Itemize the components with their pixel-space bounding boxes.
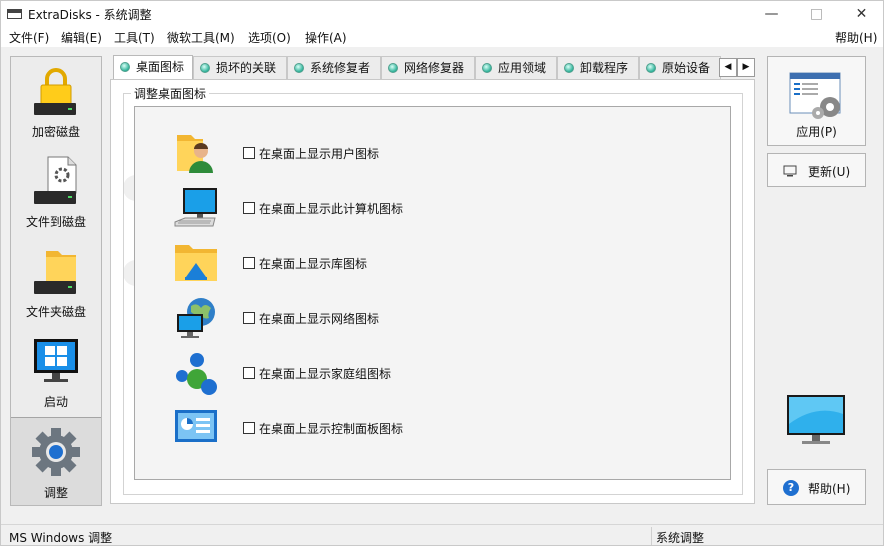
computer-icon	[174, 188, 217, 227]
sidebar-item-folder-disk[interactable]: 文件夹磁盘	[11, 237, 101, 325]
sidebar: 加密磁盘 文件到磁盘 文件夹磁盘 启动 调整	[10, 56, 102, 506]
refresh-button[interactable]: 更新(U)	[767, 153, 866, 187]
homegroup-icon	[176, 353, 217, 395]
menu-tools[interactable]: 工具(T)	[114, 29, 155, 46]
status-text-right: 系统调整	[656, 531, 705, 545]
apply-button[interactable]: 应用(P)	[767, 56, 866, 146]
sidebar-item-encrypted-disk[interactable]: 加密磁盘	[11, 57, 101, 145]
app-window: ExtraDisks - 系统调整 — □ ✕ 文件(F) 编辑(E) 工具(T…	[0, 0, 884, 546]
status-bar: MS Windows 调整 系统调整	[1, 524, 883, 545]
monitor-icon	[783, 165, 797, 177]
tab-network-fixer[interactable]: 网络修复器	[381, 56, 475, 79]
option-row-computer: 在桌面上显示此计算机图标	[135, 186, 725, 232]
title-bar[interactable]: ExtraDisks - 系统调整 — □ ✕	[1, 1, 883, 27]
option-row-network: 在桌面上显示网络图标	[135, 296, 725, 342]
sidebar-item-label: 调整	[43, 486, 68, 500]
menu-edit[interactable]: 编辑(E)	[61, 29, 102, 46]
help-button[interactable]: ? 帮助(H)	[767, 469, 866, 505]
desktop-icons-group: 调整桌面图标 在桌面上显示用户图标 在桌面上显示此计算机图标 在桌面上显示库图标…	[123, 85, 743, 495]
option-label[interactable]: 在桌面上显示此计算机图标	[259, 200, 403, 217]
sidebar-item-file-to-disk[interactable]: 文件到磁盘	[11, 147, 101, 235]
status-divider	[651, 527, 652, 545]
show-library-icon-checkbox[interactable]	[243, 257, 255, 269]
tab-dot-icon	[646, 63, 656, 73]
close-button[interactable]: ✕	[839, 1, 883, 27]
lock-disk-icon	[34, 68, 76, 115]
tab-dot-icon	[564, 63, 574, 73]
gear-icon	[32, 428, 80, 476]
show-user-icon-checkbox[interactable]	[243, 147, 255, 159]
sidebar-item-label: 启动	[43, 395, 68, 409]
show-computer-icon-checkbox[interactable]	[243, 202, 255, 214]
group-title: 调整桌面图标	[131, 85, 210, 102]
option-label[interactable]: 在桌面上显示用户图标	[259, 145, 379, 162]
option-row-homegroup: 在桌面上显示家庭组图标	[135, 351, 725, 397]
apply-label: 应用(P)	[796, 125, 837, 139]
apply-settings-icon	[789, 72, 841, 119]
tab-broken-associations[interactable]: 损坏的关联	[193, 56, 287, 79]
library-icon	[175, 245, 217, 281]
tab-panel: 调整桌面图标 在桌面上显示用户图标 在桌面上显示此计算机图标 在桌面上显示库图标…	[110, 79, 755, 504]
minimize-button[interactable]: —	[749, 1, 794, 27]
menu-ms-tools[interactable]: 微软工具(M)	[167, 29, 235, 46]
option-label[interactable]: 在桌面上显示家庭组图标	[259, 365, 391, 382]
tab-desktop-icons[interactable]: 桌面图标	[113, 55, 193, 80]
show-homegroup-icon-checkbox[interactable]	[243, 367, 255, 379]
tab-raw-devices[interactable]: 原始设备	[639, 56, 721, 79]
help-label: 帮助(H)	[808, 482, 851, 496]
tab-dot-icon	[120, 62, 130, 72]
sidebar-item-label: 文件夹磁盘	[25, 305, 86, 319]
sidebar-item-tweaks[interactable]: 调整	[11, 417, 101, 505]
windows-startup-icon	[34, 339, 78, 382]
show-network-icon-checkbox[interactable]	[243, 312, 255, 324]
menu-help[interactable]: 帮助(H)	[835, 29, 877, 46]
options-container: 在桌面上显示用户图标 在桌面上显示此计算机图标 在桌面上显示库图标 在桌面上显示…	[134, 106, 731, 480]
tab-bar: 桌面图标 损坏的关联 系统修复者 网络修复器 应用领域 卸载程序 原始设备 ◀ …	[109, 55, 757, 80]
show-control-panel-icon-checkbox[interactable]	[243, 422, 255, 434]
sidebar-item-label: 文件到磁盘	[25, 215, 86, 229]
sidebar-item-label: 加密磁盘	[31, 125, 80, 139]
menu-file[interactable]: 文件(F)	[9, 29, 49, 46]
tab-dot-icon	[200, 63, 210, 73]
menu-bar: 文件(F) 编辑(E) 工具(T) 微软工具(M) 选项(O) 操作(A) 帮助…	[1, 27, 883, 47]
status-text-left: MS Windows 调整	[9, 531, 113, 545]
refresh-label: 更新(U)	[808, 165, 851, 179]
option-row-library: 在桌面上显示库图标	[135, 241, 725, 287]
tab-system-fixer[interactable]: 系统修复者	[287, 56, 381, 79]
option-row-user: 在桌面上显示用户图标	[135, 131, 725, 177]
tab-uninstaller[interactable]: 卸载程序	[557, 56, 639, 79]
option-label[interactable]: 在桌面上显示控制面板图标	[259, 420, 403, 437]
maximize-button[interactable]: □	[794, 1, 839, 27]
tab-app-domains[interactable]: 应用领域	[475, 56, 557, 79]
menu-options[interactable]: 选项(O)	[248, 29, 291, 46]
tab-dot-icon	[388, 63, 398, 73]
menu-actions[interactable]: 操作(A)	[305, 29, 347, 46]
sidebar-item-startup[interactable]: 启动	[11, 327, 101, 415]
app-icon	[7, 9, 22, 19]
window-title: ExtraDisks - 系统调整	[28, 8, 152, 22]
file-disk-icon	[34, 156, 77, 204]
option-label[interactable]: 在桌面上显示网络图标	[259, 310, 379, 327]
control-panel-icon	[175, 410, 217, 442]
option-row-control-panel: 在桌面上显示控制面板图标	[135, 406, 725, 452]
folder-disk-icon	[34, 251, 76, 294]
monitor-illustration-icon	[787, 395, 845, 444]
option-label[interactable]: 在桌面上显示库图标	[259, 255, 367, 272]
tab-scroll-left-button[interactable]: ◀	[719, 58, 737, 77]
user-folder-icon	[177, 135, 213, 173]
tab-dot-icon	[294, 63, 304, 73]
tab-dot-icon	[482, 63, 492, 73]
network-icon	[177, 298, 215, 338]
help-icon: ?	[783, 480, 799, 496]
tab-scroll-right-button[interactable]: ▶	[737, 58, 755, 77]
